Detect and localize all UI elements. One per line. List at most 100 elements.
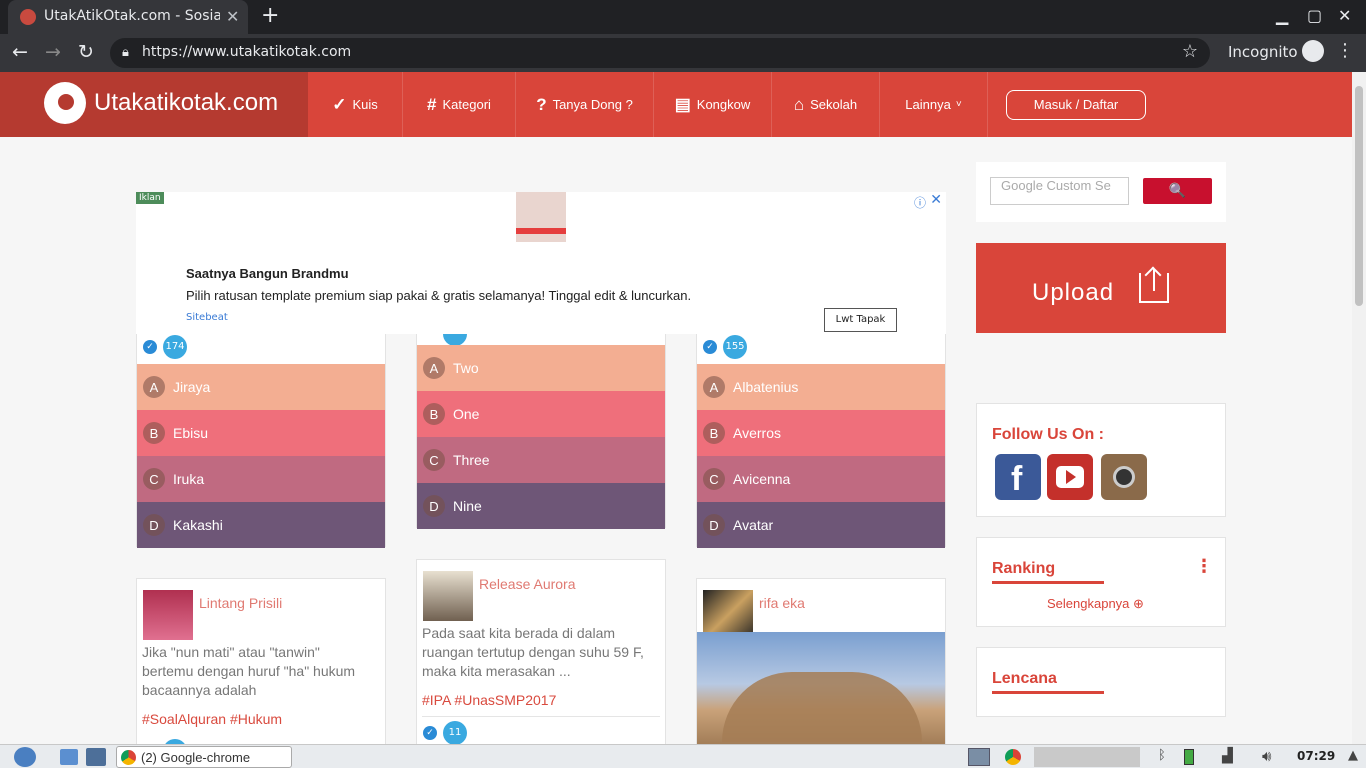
battery-icon[interactable] [1184,749,1194,765]
back-icon[interactable]: ← [12,41,28,63]
post-image[interactable] [697,632,945,744]
ad-banner[interactable]: Iklan ⓘ ✕ Saatnya Bangun Brandmu Pilih r… [136,192,946,334]
url-text[interactable]: https://www.utakatikotak.com [142,44,351,60]
quiz-option[interactable]: B One [417,391,665,437]
hash-icon: # [427,94,437,114]
ad-image[interactable] [516,192,566,242]
quiz-option[interactable]: B Averros [697,410,945,456]
option-text: Nine [453,498,482,514]
facebook-icon[interactable]: f [995,454,1041,500]
ranking-more-link[interactable]: Selengkapnya ⊕ [1047,596,1144,612]
verified-icon: ✓ [143,340,157,354]
bluetooth-icon[interactable]: ᛒ [1158,748,1166,768]
logo-mark-icon [44,82,86,124]
workspace-pager[interactable] [1034,747,1140,767]
follow-title: Follow Us On : [992,426,1104,443]
option-text: Jiraya [173,379,211,395]
tab-close-icon[interactable]: ✕ [226,7,239,26]
chrome-tray-icon[interactable] [1005,749,1021,765]
start-menu-icon[interactable] [14,747,36,767]
option-letter: A [423,357,445,379]
quiz-option[interactable]: D Avatar [697,502,945,548]
post-excerpt-line: maka kita merasakan ... [422,663,571,679]
volume-icon[interactable]: 🔊︎ [1262,747,1271,767]
quiz-card[interactable]: ✓ 174 A Jiraya B Ebisu C Iruka D Kakashi [136,327,386,548]
maximize-button[interactable]: ▢ [1307,6,1322,25]
option-text: Two [453,360,479,376]
post-card[interactable]: Release Aurora Pada saat kita berada di … [416,559,666,744]
nav-kategori[interactable]: # Kategori [403,72,516,137]
nav-tanya-dong[interactable]: ? Tanya Dong ? [516,72,654,137]
option-text: Iruka [173,471,205,487]
quiz-option[interactable]: A Jiraya [137,364,385,410]
main-content: ✓ 174 A Jiraya B Ebisu C Iruka D Kakashi A Tw… [0,137,1352,744]
site-logo[interactable]: Utakatikotak.com [0,72,308,137]
quiz-option[interactable]: D Kakashi [137,502,385,548]
quiz-option[interactable]: C Three [417,437,665,483]
browser-menu-icon[interactable]: ⋮ [1336,40,1354,61]
reload-icon[interactable]: ↻ [78,41,94,63]
post-tags[interactable]: #SoalAlquran #Hukum [142,711,282,727]
page-scrollbar[interactable] [1352,72,1366,744]
ad-title[interactable]: Saatnya Bangun Brandmu [186,266,349,281]
browser-tab[interactable]: UtakAtikOtak.com - Sosia ✕ [8,0,248,34]
quiz-option[interactable]: C Iruka [137,456,385,502]
ad-cta-button[interactable]: Lwt Tapak [824,308,897,332]
quiz-option[interactable]: A Albatenius [697,364,945,410]
post-excerpt-line: Jika "nun mati" atau "tanwin" [142,644,320,660]
more-options-icon[interactable]: ⋮ [1195,556,1213,577]
option-letter: C [703,468,725,490]
quiz-option[interactable]: C Avicenna [697,456,945,502]
ad-description: Pilih ratusan template premium siap paka… [186,288,692,303]
nav-lainnya[interactable]: Lainnya ˅ [880,72,988,137]
title-underline [992,581,1104,584]
taskbar-app-chrome[interactable]: (2) Google-chrome [116,746,292,768]
search-input[interactable]: Google Custom Se [990,177,1129,205]
youtube-icon[interactable] [1047,454,1093,500]
signal-icon[interactable]: ▟ [1222,748,1233,768]
file-manager-icon[interactable] [60,749,78,765]
ad-info-icon[interactable]: ⓘ [914,194,926,211]
nav-label: Sekolah [810,97,858,112]
author-avatar[interactable] [423,571,473,621]
address-bar[interactable]: 🔒︎ https://www.utakatikotak.com ☆ [110,38,1210,68]
ad-source-link[interactable]: Sitebeat [186,312,228,323]
option-text: Ebisu [173,425,209,441]
desktop-icon[interactable] [86,748,106,766]
nav-label: Tanya Dong ? [552,97,633,112]
window-switcher-icon[interactable] [968,748,990,766]
search-button[interactable]: 🔍 [1143,178,1212,204]
login-register-button[interactable]: Masuk / Daftar [1006,90,1146,120]
quiz-option[interactable]: D Nine [417,483,665,529]
quiz-option[interactable]: A Two [417,345,665,391]
nav-kongkow[interactable]: ▤ Kongkow [654,72,772,137]
instagram-icon[interactable] [1101,454,1147,500]
author-avatar[interactable] [143,590,193,640]
author-name[interactable]: rifa eka [759,595,805,611]
upload-icon [1139,269,1169,303]
scroll-thumb[interactable] [1355,86,1363,306]
author-name[interactable]: Lintang Prisili [199,595,282,611]
incognito-label: Incognito [1228,43,1298,61]
close-window-button[interactable]: ✕ [1338,6,1351,25]
site-favicon-icon [20,9,36,25]
bookmark-star-icon[interactable]: ☆ [1182,41,1198,62]
show-desktop-icon[interactable]: ▲ [1348,748,1358,768]
quiz-card[interactable]: A Two B One C Three D Nine [416,322,666,529]
nav-kuis[interactable]: ✓ Kuis [308,72,403,137]
quiz-option[interactable]: B Ebisu [137,410,385,456]
option-text: One [453,406,480,422]
new-tab-button[interactable]: + [261,3,279,28]
forward-icon[interactable]: → [45,41,61,63]
post-card[interactable]: Lintang Prisili Jika "nun mati" atau "ta… [136,578,386,744]
colosseum-shape [722,672,922,742]
post-card[interactable]: rifa eka [696,578,946,744]
ad-close-icon[interactable]: ✕ [930,192,942,208]
minimize-button[interactable]: ▁ [1276,6,1288,25]
quiz-card[interactable]: ✓ 155 A Albatenius B Averros C Avicenna D Av… [696,327,946,548]
upload-button[interactable]: Upload [976,243,1226,333]
nav-sekolah[interactable]: ⌂ Sekolah [772,72,880,137]
answer-count-badge: 174 [163,335,187,359]
post-tags[interactable]: #IPA #UnasSMP2017 [422,692,556,708]
author-name[interactable]: Release Aurora [479,576,576,592]
